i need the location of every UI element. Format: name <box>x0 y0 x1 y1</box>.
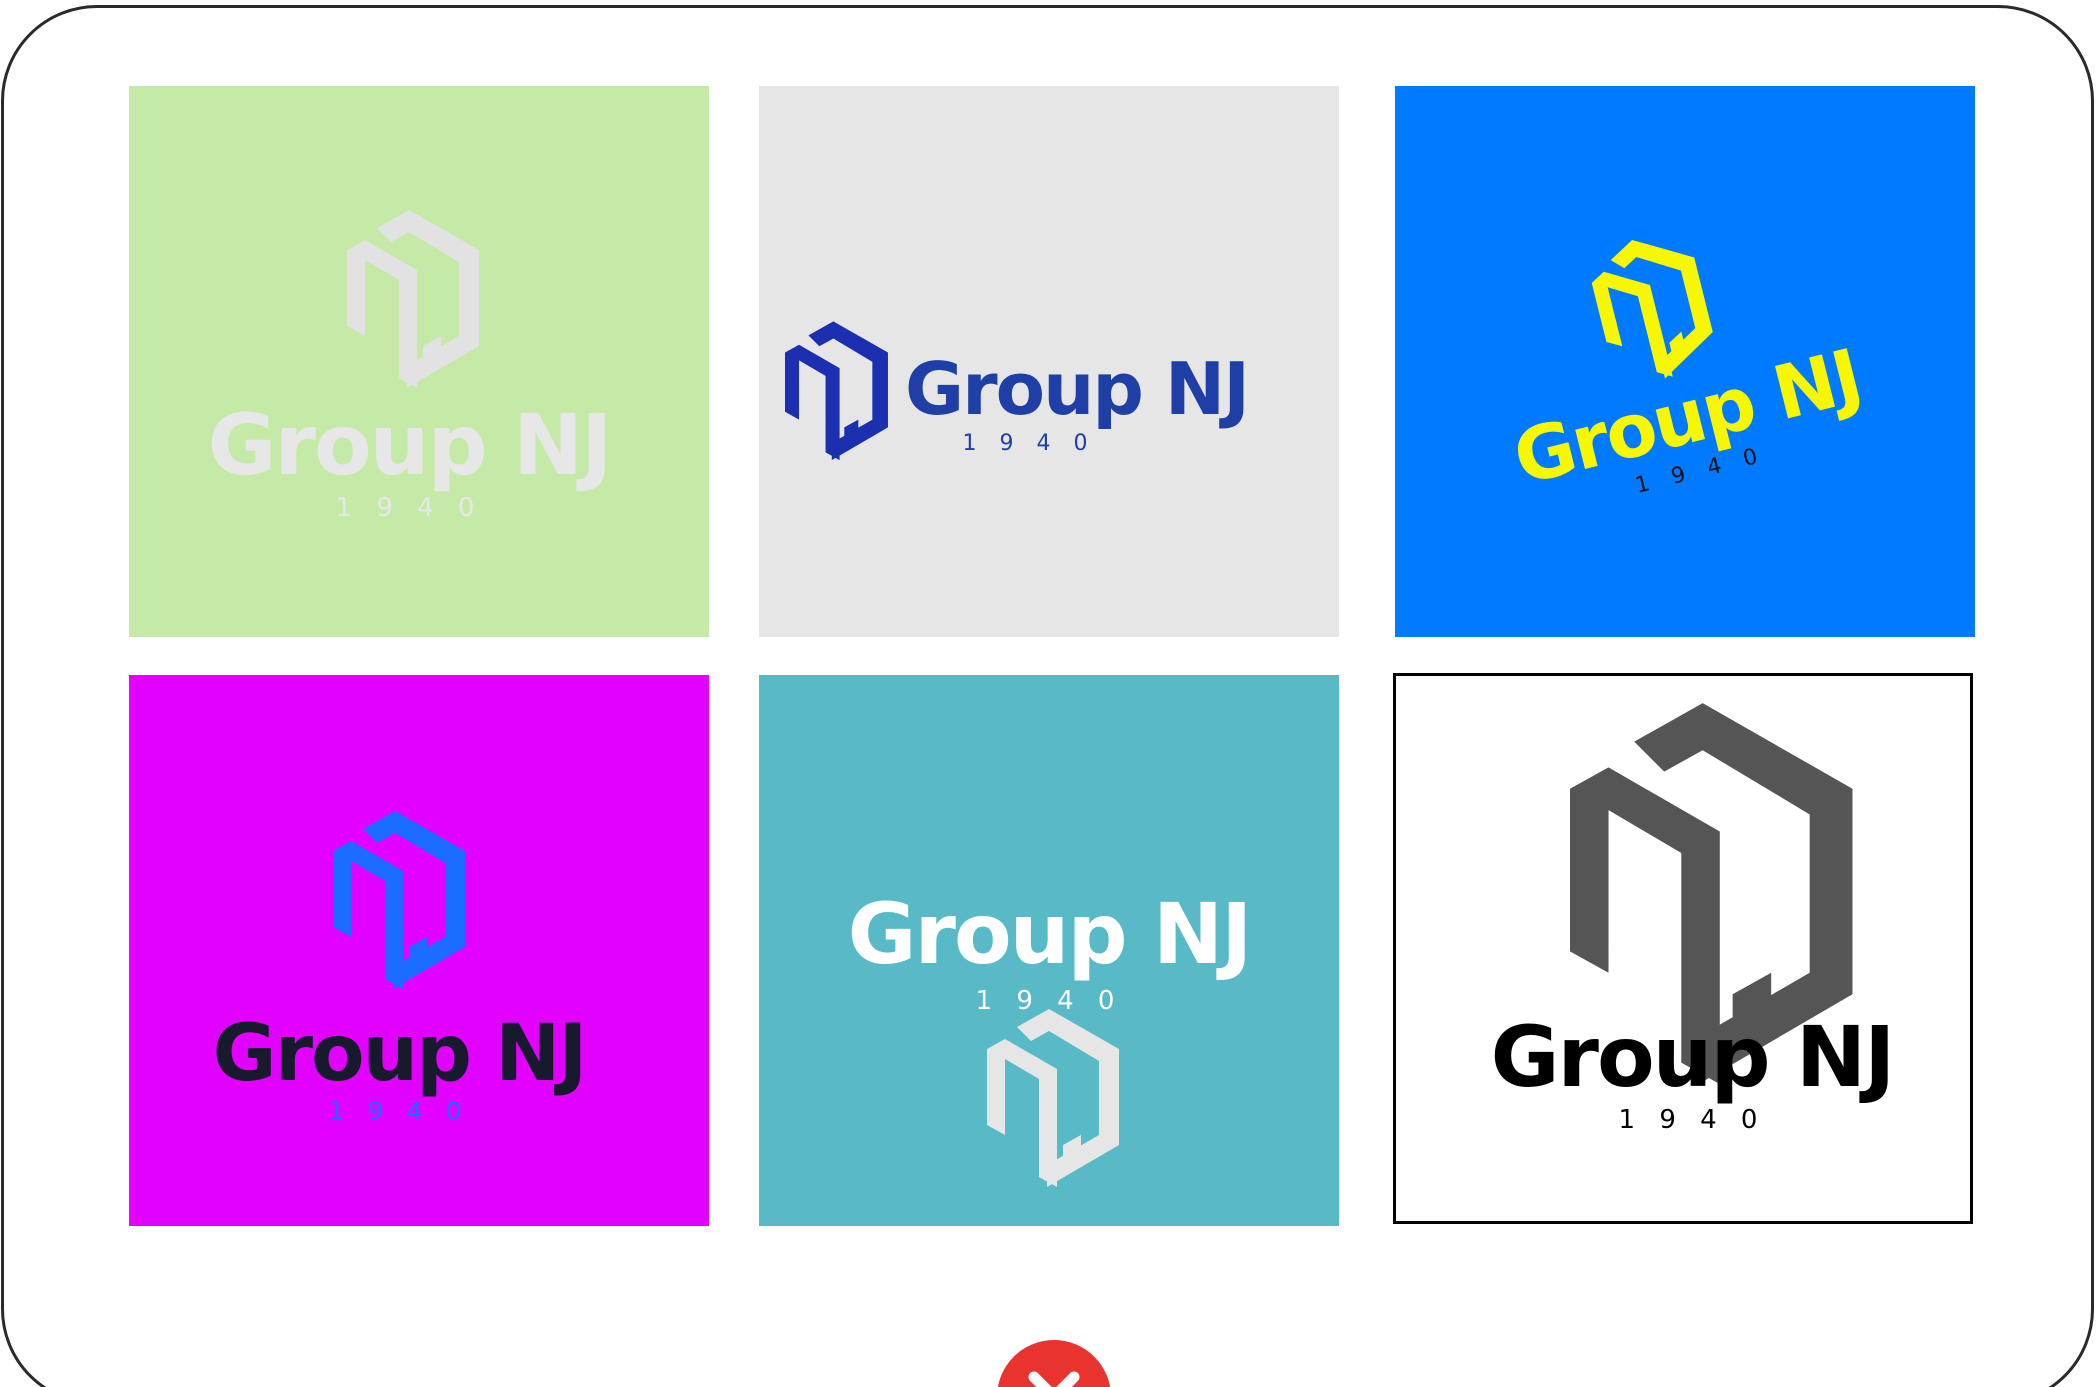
year-text: 1 9 4 0 <box>963 431 1096 456</box>
close-icon <box>1028 1371 1080 1387</box>
year-text: 1 9 4 0 <box>1619 1105 1766 1135</box>
logo-tile-magenta[interactable]: Group NJ 1 9 4 0 <box>129 675 709 1226</box>
logo-mark-icon <box>333 811 465 989</box>
logo-tile-blue[interactable]: Group NJ 1 9 4 0 <box>1395 86 1975 637</box>
brand-text: Group NJ <box>1491 1008 1894 1106</box>
brand-text: Group NJ <box>208 396 611 494</box>
logo-mark-icon <box>1583 226 1721 391</box>
logo-mark-icon <box>987 1009 1119 1187</box>
logo-mark-icon <box>785 321 888 461</box>
logo-variant-5: Group NJ 1 9 4 0 <box>848 885 1252 1187</box>
close-button[interactable] <box>997 1340 1111 1387</box>
brand-text: Group NJ <box>848 885 1251 983</box>
logo-tile-green[interactable]: Group NJ 1 9 4 0 <box>129 86 709 637</box>
logo-variant-6: Group NJ 1 9 4 0 <box>1491 703 1895 1135</box>
logo-variant-2: Group NJ 1 9 4 0 <box>785 321 1250 461</box>
logo-variant-3: Group NJ 1 9 4 0 <box>1506 226 1869 502</box>
logo-variant-4: Group NJ 1 9 4 0 <box>213 811 587 1125</box>
logo-tile-teal[interactable]: Group NJ 1 9 4 0 <box>759 675 1339 1226</box>
logo-tile-gray[interactable]: Group NJ 1 9 4 0 <box>759 86 1339 637</box>
brand-text: Group NJ <box>213 1009 586 1099</box>
year-text: 1 9 4 0 <box>336 493 483 523</box>
logo-variant-1: Group NJ 1 9 4 0 <box>208 210 612 523</box>
brand-text: Group NJ <box>905 347 1248 431</box>
logo-mark-icon <box>347 210 479 388</box>
year-text: 1 9 4 0 <box>329 1097 469 1125</box>
logo-tile-white[interactable]: Group NJ 1 9 4 0 <box>1393 673 1973 1224</box>
